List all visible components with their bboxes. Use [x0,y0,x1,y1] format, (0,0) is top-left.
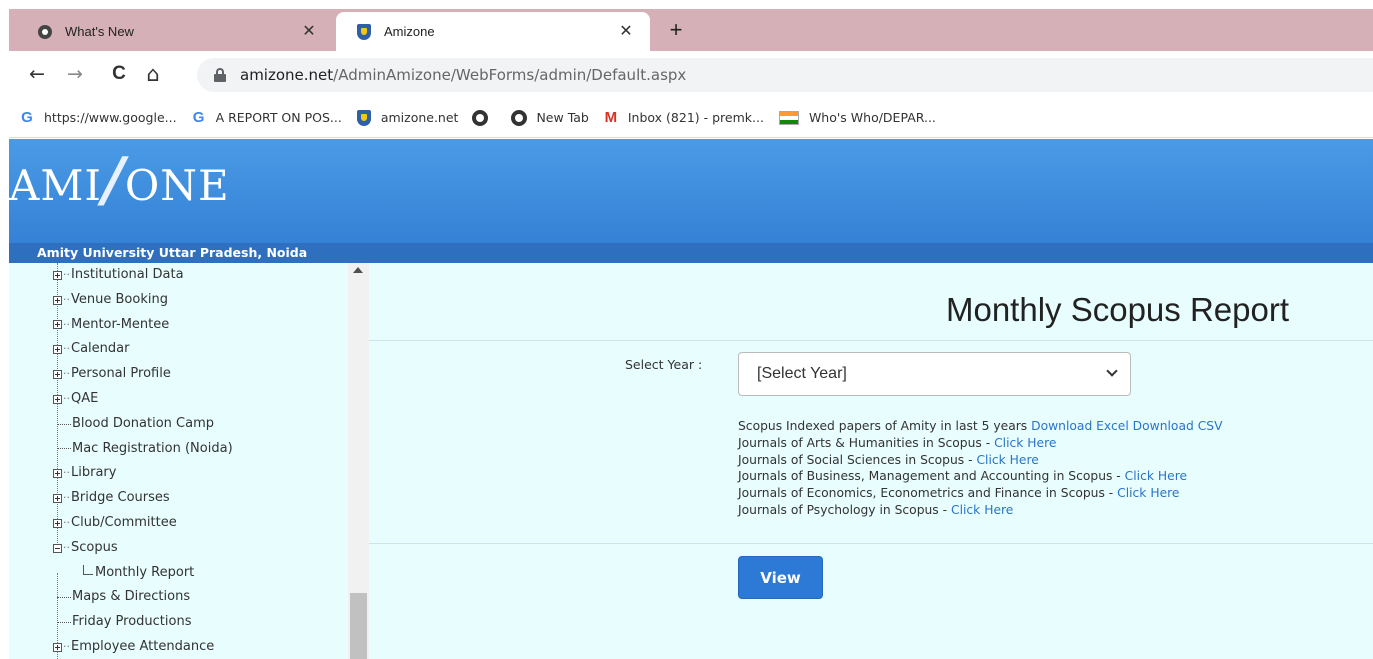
year-select-value: [Select Year] [757,365,847,382]
scroll-up-arrow-icon[interactable] [353,267,363,273]
amizone-logo: AMI/ONE [9,145,230,215]
bookmark-inbox[interactable]: M Inbox (821) - premk... [603,109,764,126]
collapse-icon[interactable] [53,543,62,553]
address-bar[interactable]: amizone.net/AdminAmizone/WebForms/admin/… [197,58,1373,92]
expand-icon[interactable] [53,494,62,504]
org-name: Amity University Uttar Pradesh, Noida [37,245,308,260]
expand-icon[interactable] [53,270,62,280]
sidebar-item-monthly-report[interactable]: Monthly Report [53,561,353,586]
tab-amizone[interactable]: Amizone ✕ [336,12,650,51]
select-year-label: Select Year : [625,357,703,372]
bookmarks-bar: G https://www.google... G A REPORT ON PO… [9,98,1373,138]
year-select[interactable]: [Select Year] [738,352,1131,396]
sidebar-item-blood-donation-camp[interactable]: Blood Donation Camp [53,412,353,437]
bookmark-new-tab[interactable]: New Tab [511,109,589,126]
sidebar-item-club-committee[interactable]: ·· Club/Committee [53,511,353,536]
page: AMI/ONE Amity University Uttar Pradesh, … [9,139,1373,659]
sidebar-item-library[interactable]: ·· Library [53,461,353,486]
sidebar-item-institutional-data[interactable]: ·· Institutional Data [53,263,353,288]
link-row: Scopus Indexed papers of Amity in last 5… [738,419,1223,433]
chrome-icon [37,24,53,40]
sidebar-item-calendar[interactable]: ·· Calendar [53,337,353,362]
google-icon: G [192,109,205,126]
lock-icon [214,68,226,82]
sidebar: ·· Institutional Data ·· Venue Booking ·· M… [9,263,369,659]
new-tab-button[interactable]: + [664,19,688,43]
tab-whats-new[interactable]: What's New ✕ [17,12,333,51]
economics-finance-link[interactable]: Click Here [1117,486,1179,500]
tab-title: What's New [65,24,134,39]
india-flag-icon [778,110,800,126]
psychology-link[interactable]: Click Here [951,503,1013,517]
divider [369,543,1373,544]
page-title: Monthly Scopus Report [945,291,1289,328]
sidebar-item-personal-profile[interactable]: ·· Personal Profile [53,362,353,387]
main-content: Monthly Scopus Report Select Year : [Sel… [369,263,1373,659]
home-button[interactable]: ⌂ [141,62,165,86]
browser-window: What's New ✕ Amizone ✕ + ← → C ⌂ amizone… [9,9,1373,659]
sidebar-item-scopus[interactable]: ·· Scopus [53,536,353,561]
expand-icon[interactable] [53,394,62,404]
amizone-shield-icon [356,109,372,126]
sidebar-item-mac-registration[interactable]: Mac Registration (Noida) [53,437,353,462]
close-icon[interactable]: ✕ [616,22,636,42]
gmail-icon: M [604,109,618,126]
report-links: Scopus Indexed papers of Amity in last 5… [738,418,1223,519]
url-text: amizone.net/AdminAmizone/WebForms/admin/… [240,66,687,84]
link-row: Journals of Business, Management and Acc… [738,469,1188,484]
globe-icon [511,109,528,126]
arts-humanities-link[interactable]: Click Here [994,436,1056,450]
google-icon: G [21,109,33,126]
scroll-thumb[interactable] [350,593,367,659]
download-excel-link[interactable]: Download Excel [1031,419,1129,433]
back-button[interactable]: ← [25,62,49,86]
expand-icon[interactable] [53,345,62,355]
tab-strip: What's New ✕ Amizone ✕ + [9,9,1373,51]
expand-icon[interactable] [53,642,62,652]
expand-icon[interactable] [53,370,62,380]
social-sciences-link[interactable]: Click Here [976,453,1038,467]
download-csv-link[interactable]: Download CSV [1133,419,1223,433]
sidebar-item-qae[interactable]: ·· QAE [53,387,353,412]
link-row: Journals of Economics, Econometrics and … [738,486,1180,501]
amizone-shield-icon [356,23,372,40]
sidebar-scrollbar[interactable] [348,263,369,659]
link-row: Journals of Arts & Humanities in Scopus … [738,435,1057,450]
link-row: Journals of Psychology in Scopus - Click… [738,502,1014,517]
sidebar-item-friday-productions[interactable]: Friday Productions [53,610,353,635]
header-banner: AMI/ONE [9,139,1373,243]
reload-button[interactable]: C [107,62,131,86]
bookmark-amizone[interactable]: amizone.net [356,109,458,126]
expand-icon[interactable] [53,295,62,305]
expand-icon[interactable] [53,469,62,479]
link-row: Journals of Social Sciences in Scopus - … [738,452,1039,467]
sidebar-item-mentor-mentee[interactable]: ·· Mentor-Mentee [53,313,353,338]
globe-icon [472,109,489,126]
tab-title: Amizone [384,24,435,39]
sidebar-tree: ·· Institutional Data ·· Venue Booking ·· M… [53,263,353,659]
view-button[interactable]: View [738,556,823,599]
business-management-link[interactable]: Click Here [1125,469,1187,483]
bookmark-globe[interactable] [472,109,497,126]
chevron-down-icon [1106,365,1118,377]
expand-icon[interactable] [53,518,62,528]
org-bar: Amity University Uttar Pradesh, Noida [9,243,1373,263]
bookmark-google[interactable]: G https://www.google... [19,109,176,126]
bookmark-report[interactable]: G A REPORT ON POS... [191,109,342,126]
sidebar-item-bridge-courses[interactable]: ·· Bridge Courses [53,486,353,511]
close-icon[interactable]: ✕ [299,22,319,42]
sidebar-item-venue-booking[interactable]: ·· Venue Booking [53,288,353,313]
sidebar-item-employee-attendance[interactable]: ·· Employee Attendance [53,635,353,659]
bookmark-whos-who[interactable]: Who's Who/DEPAR... [778,110,936,126]
forward-button[interactable]: → [63,62,87,86]
browser-toolbar: ← → C ⌂ amizone.net/AdminAmizone/WebForm… [9,51,1373,98]
divider [369,340,1373,341]
sidebar-item-maps-directions[interactable]: Maps & Directions [53,585,353,610]
expand-icon[interactable] [53,320,62,330]
